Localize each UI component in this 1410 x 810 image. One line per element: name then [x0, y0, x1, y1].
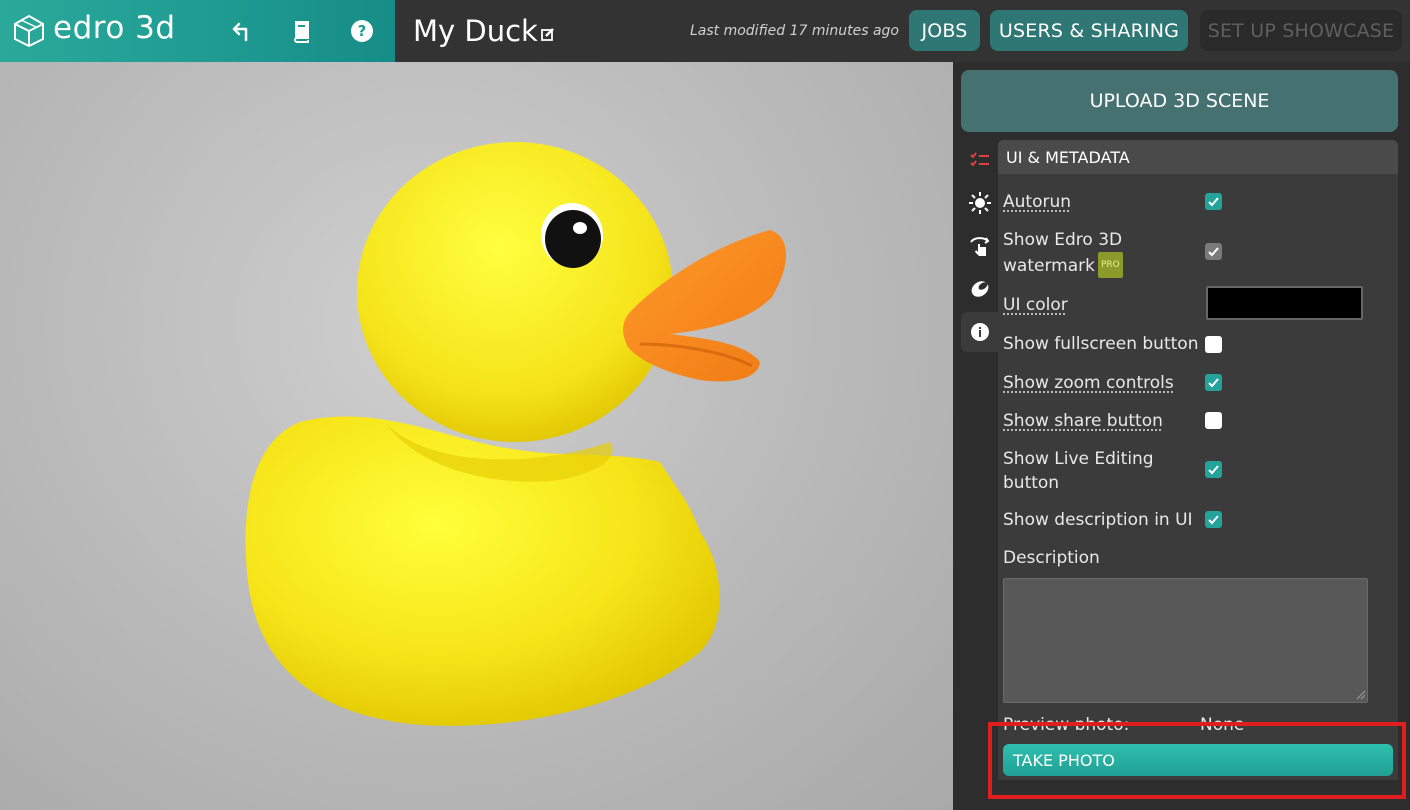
description-textarea[interactable] — [1003, 578, 1368, 703]
top-bar: edro 3d ? My Duck Last modified 17 minut… — [0, 0, 1410, 62]
description-label: Description — [1003, 548, 1100, 568]
upload-3d-scene-button[interactable]: UPLOAD 3D SCENE — [961, 70, 1398, 132]
pro-badge: PRO — [1097, 252, 1123, 278]
edit-icon[interactable] — [541, 27, 555, 41]
check-icon — [1208, 465, 1219, 475]
tab-info[interactable] — [961, 312, 999, 352]
tab-interaction[interactable] — [961, 226, 999, 266]
setup-showcase-button[interactable]: SET UP SHOWCASE — [1200, 10, 1402, 51]
brand-area: edro 3d ? — [0, 0, 395, 62]
description-ui-checkbox[interactable] — [1205, 511, 1222, 528]
book-icon — [294, 21, 309, 43]
hand-rotate-icon — [970, 237, 990, 256]
duck-model — [245, 142, 786, 726]
option-watermark-label: Show Edro 3D watermark PRO — [1003, 228, 1123, 278]
docs-button[interactable] — [288, 17, 316, 45]
watermark-label-line1: Show Edro 3D — [1003, 230, 1123, 250]
check-icon — [1208, 247, 1219, 257]
help-button[interactable]: ? — [348, 17, 376, 45]
tab-checklist[interactable] — [961, 140, 999, 180]
watermark-checkbox[interactable] — [1205, 243, 1222, 260]
panel-tab-bar — [961, 140, 999, 355]
back-button[interactable] — [228, 17, 256, 45]
option-share-label: Show share button — [1003, 411, 1163, 431]
brand-name: edro 3d — [53, 10, 176, 46]
watermark-label-line2: watermark — [1003, 256, 1095, 276]
live-editing-label-line1: Show Live Editing — [1003, 449, 1154, 469]
page-title: My Duck — [413, 14, 538, 48]
material-icon — [971, 281, 989, 297]
svg-text:?: ? — [358, 22, 367, 40]
logo-cube-icon — [14, 14, 44, 48]
option-zoom-label: Show zoom controls — [1003, 373, 1174, 393]
help-icon: ? — [351, 20, 373, 42]
check-icon — [1208, 197, 1219, 207]
section-title: UI & METADATA — [998, 140, 1398, 174]
info-icon — [971, 323, 989, 341]
back-arrow-icon — [232, 22, 248, 42]
highlight-box — [988, 722, 1406, 799]
ui-metadata-section: UI & METADATA Autorun Show Edro 3D water… — [998, 140, 1398, 780]
3d-viewport[interactable] — [0, 62, 953, 810]
jobs-button[interactable]: JOBS — [909, 10, 980, 51]
sun-icon — [969, 192, 991, 214]
check-icon — [1208, 515, 1219, 525]
tab-lighting[interactable] — [961, 183, 999, 223]
option-autorun-label: Autorun — [1003, 192, 1072, 212]
resize-grip-icon[interactable] — [1354, 688, 1366, 700]
live-editing-label-line2: button — [1003, 473, 1060, 493]
live-editing-checkbox[interactable] — [1205, 461, 1222, 478]
checklist-icon — [970, 152, 989, 167]
fullscreen-checkbox[interactable] — [1205, 336, 1222, 353]
share-button-checkbox[interactable] — [1205, 412, 1222, 429]
zoom-controls-checkbox[interactable] — [1205, 374, 1222, 391]
autorun-checkbox[interactable] — [1205, 193, 1222, 210]
option-description-ui-label: Show description in UI — [1003, 510, 1193, 530]
tab-materials[interactable] — [961, 269, 999, 309]
check-icon — [1208, 378, 1219, 388]
last-modified-text: Last modified 17 minutes ago — [689, 23, 899, 39]
option-ui-color-label: UI color — [1003, 295, 1068, 315]
option-live-editing-label: Show Live Editing button — [1003, 447, 1154, 495]
users-sharing-button[interactable]: USERS & SHARING — [990, 10, 1188, 51]
option-fullscreen-label: Show fullscreen button — [1003, 334, 1199, 354]
settings-panel: UPLOAD 3D SCENE UI & METADATA Autorun Sh… — [953, 62, 1410, 810]
ui-color-picker[interactable] — [1206, 286, 1363, 320]
